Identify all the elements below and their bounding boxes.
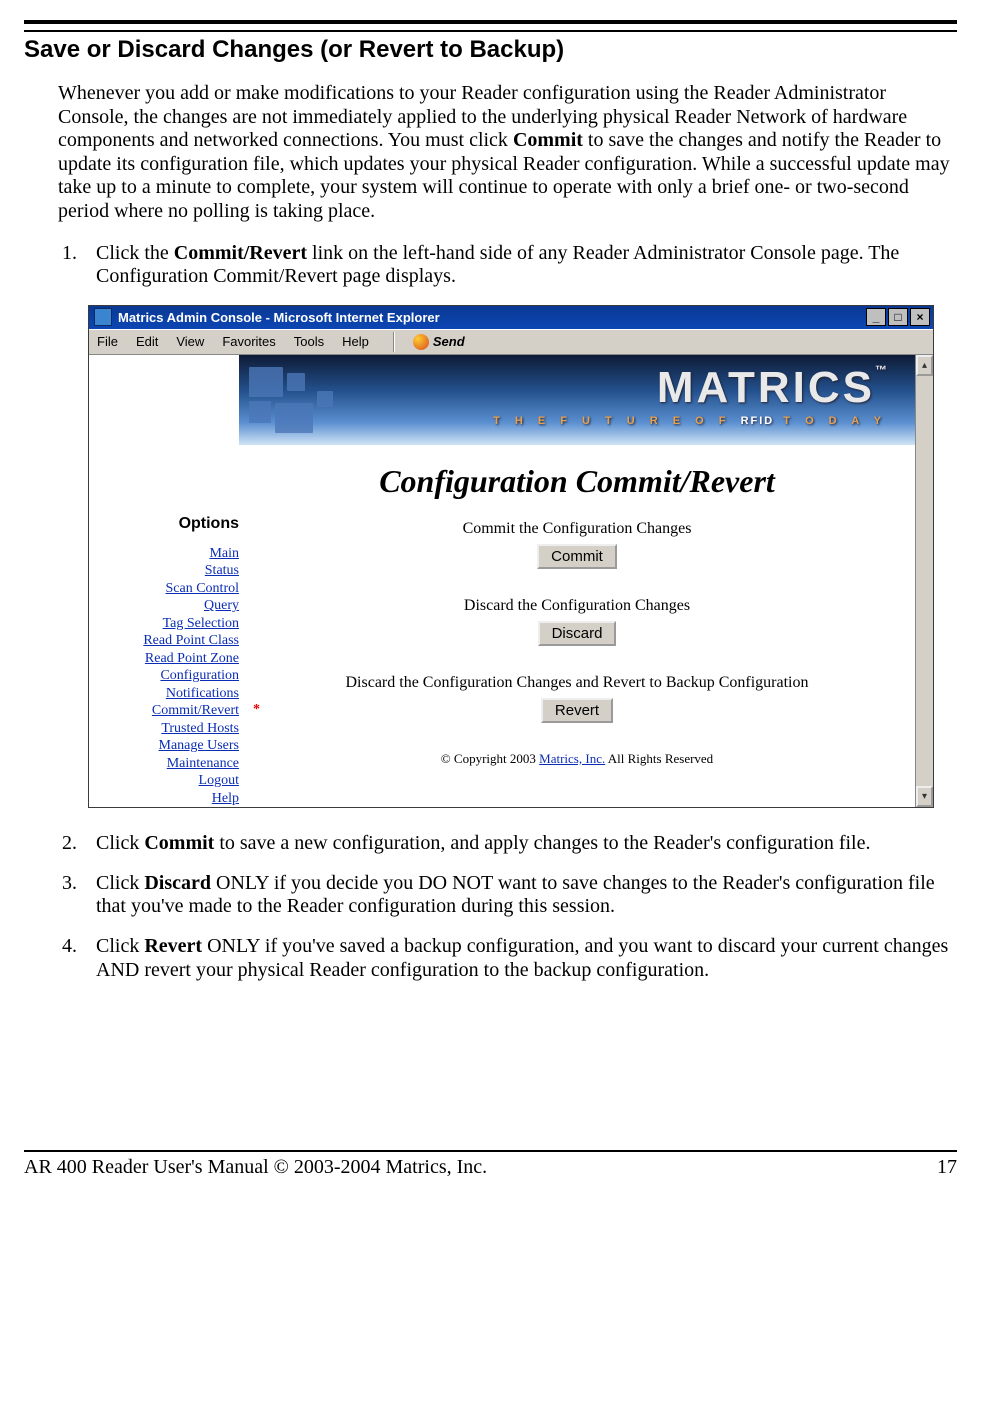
maximize-button[interactable]: □ [888,308,908,326]
sidebar: Options Main Status Scan Control Query T… [89,355,239,808]
close-button[interactable]: × [910,308,930,326]
step2-post: to save a new configuration, and apply c… [214,832,870,854]
step4-bold: Revert [144,935,202,957]
sidebar-item-notifications[interactable]: Notifications [89,685,239,703]
step3-pre: Click [96,872,144,894]
menu-help[interactable]: Help [342,334,369,349]
ie-icon [94,308,112,326]
scroll-down-button[interactable]: ▾ [916,786,933,807]
commit-block: Commit the Configuration Changes Commit [239,520,915,569]
discard-label: Discard the Configuration Changes [239,597,915,615]
brand-tm: ™ [875,363,887,377]
step2-pre: Click [96,832,144,854]
sidebar-item-status[interactable]: Status [89,562,239,580]
window-title: Matrics Admin Console - Microsoft Intern… [118,310,866,325]
copyright-link[interactable]: Matrics, Inc. [539,751,605,766]
commit-label: Commit the Configuration Changes [239,520,915,538]
page-title: Configuration Commit/Revert [239,463,915,500]
menu-edit[interactable]: Edit [136,334,158,349]
window-titlebar[interactable]: Matrics Admin Console - Microsoft Intern… [89,306,933,329]
sidebar-item-trusted-hosts[interactable]: Trusted Hosts [89,720,239,738]
discard-block: Discard the Configuration Changes Discar… [239,597,915,646]
footer-left: AR 400 Reader User's Manual © 2003-2004 … [24,1156,487,1179]
sidebar-item-maintenance[interactable]: Maintenance [89,755,239,773]
menu-tools[interactable]: Tools [294,334,324,349]
sidebar-item-commit-revert[interactable]: Commit/Revert [89,702,239,720]
step3-post: ONLY if you decide you DO NOT want to sa… [96,872,935,918]
discard-button[interactable]: Discard [538,621,617,646]
menu-view[interactable]: View [176,334,204,349]
revert-button[interactable]: Revert [541,698,613,723]
main-area: MATRICS™ T H E F U T U R E O F RFID T O … [239,355,915,808]
step4-post: ONLY if you've saved a backup configurat… [96,935,948,981]
sidebar-item-read-point-class[interactable]: Read Point Class [89,632,239,650]
commit-button[interactable]: Commit [537,544,617,569]
footer-rule [24,1150,957,1152]
minimize-button[interactable]: _ [866,308,886,326]
step4-pre: Click [96,935,144,957]
sidebar-item-manage-users[interactable]: Manage Users [89,737,239,755]
copyright: © Copyright 2003 Matrics, Inc. All Right… [239,751,915,767]
revert-block: Discard the Configuration Changes and Re… [239,674,915,723]
sidebar-item-query[interactable]: Query [89,597,239,615]
copyright-pre: © Copyright 2003 [441,751,539,766]
step-1: Click the Commit/Revert link on the left… [82,242,951,289]
sidebar-item-configuration[interactable]: Configuration [89,667,239,685]
section-top-rule-2 [24,30,957,32]
step-2: Click Commit to save a new configuration… [82,832,951,856]
menu-favorites[interactable]: Favorites [222,334,275,349]
copyright-post: All Rights Reserved [605,751,713,766]
revert-label: Discard the Configuration Changes and Re… [239,674,915,692]
screenshot-figure: Matrics Admin Console - Microsoft Intern… [88,305,934,809]
step1-bold: Commit/Revert [174,242,307,264]
tagline-pre: T H E F U T U R E O F [493,415,741,427]
tagline-bold: RFID [741,415,775,427]
menu-divider [393,332,395,352]
send-label: Send [433,334,465,349]
section-top-rule-1 [24,20,957,24]
vertical-scrollbar[interactable]: ▴ ▾ [915,355,933,808]
sidebar-item-read-point-zone[interactable]: Read Point Zone [89,650,239,668]
browser-content: Options Main Status Scan Control Query T… [89,355,933,808]
send-button[interactable]: Send [413,334,465,350]
banner-graphic [245,363,405,435]
section-title: Save or Discard Changes (or Revert to Ba… [24,36,957,64]
window-menubar: File Edit View Favorites Tools Help Send [89,329,933,355]
footer-page: 17 [937,1156,957,1179]
brand-name: MATRICS [657,363,875,412]
tagline-post: T O D A Y [774,415,887,427]
step1-pre: Click the [96,242,174,264]
intro-commit: Commit [513,129,583,151]
banner: MATRICS™ T H E F U T U R E O F RFID T O … [239,355,915,445]
step3-bold: Discard [144,872,211,894]
step-3: Click Discard ONLY if you decide you DO … [82,872,951,919]
menu-file[interactable]: File [97,334,118,349]
sidebar-item-main[interactable]: Main [89,545,239,563]
send-icon [413,334,429,350]
brand-tagline: T H E F U T U R E O F RFID T O D A Y [493,415,887,427]
scroll-up-button[interactable]: ▴ [916,355,933,376]
sidebar-item-help[interactable]: Help [89,790,239,808]
step-4: Click Revert ONLY if you've saved a back… [82,935,951,982]
sidebar-item-scan-control[interactable]: Scan Control [89,580,239,598]
page-footer: AR 400 Reader User's Manual © 2003-2004 … [24,1150,957,1185]
intro-paragraph: Whenever you add or make modifications t… [58,82,951,224]
sidebar-item-logout[interactable]: Logout [89,772,239,790]
sidebar-item-tag-selection[interactable]: Tag Selection [89,615,239,633]
sidebar-options-header: Options [89,515,239,533]
step2-bold: Commit [144,832,214,854]
